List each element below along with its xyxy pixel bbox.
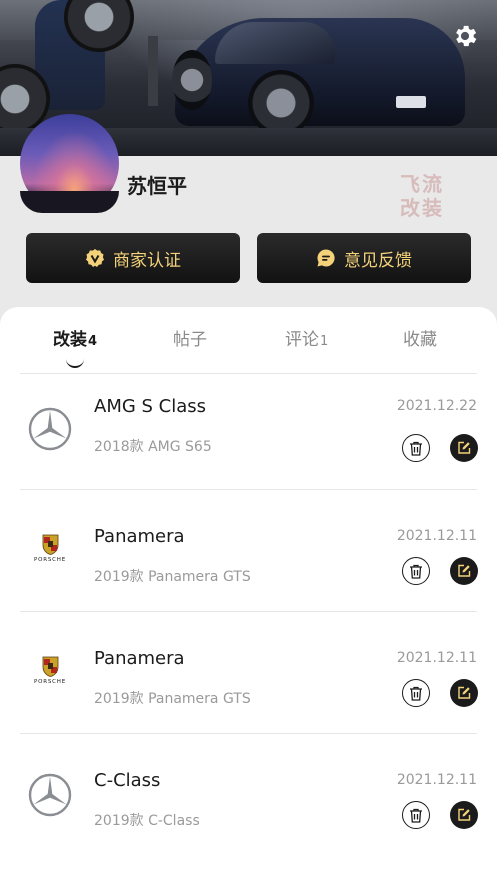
merchant-certification-button[interactable]: 商家认证 — [26, 233, 240, 283]
edit-pencil-icon[interactable] — [450, 557, 478, 585]
list-item[interactable]: AMG S Class 2018款 AMG S65 2021.12.22 — [0, 374, 497, 496]
feedback-button[interactable]: 意见反馈 — [257, 233, 471, 283]
content-card: 改装4 帖子 评论1 收藏 AMG S Class 2018款 AMG S65 … — [0, 307, 497, 883]
tab-comments[interactable]: 评论1 — [285, 325, 328, 350]
delete-trash-icon[interactable] — [402, 679, 430, 707]
delete-trash-icon[interactable] — [402, 801, 430, 829]
porsche-logo-icon: PORSCHE — [22, 642, 78, 698]
list-item[interactable]: C-Class 2019款 C-Class 2021.12.11 — [0, 734, 497, 856]
list-item[interactable]: PORSCHE Panamera 2019款 Panamera GTS 2021… — [0, 490, 497, 612]
brand-watermark-logo: 飞流 改装 — [400, 172, 444, 220]
chat-bubble-icon — [316, 248, 336, 268]
list-item[interactable]: PORSCHE Panamera 2019款 Panamera GTS 2021… — [0, 612, 497, 734]
delete-trash-icon[interactable] — [402, 557, 430, 585]
porsche-logo-icon: PORSCHE — [22, 520, 78, 576]
active-tab-indicator — [66, 359, 84, 368]
edit-pencil-icon[interactable] — [450, 679, 478, 707]
edit-pencil-icon[interactable] — [450, 434, 478, 462]
delete-trash-icon[interactable] — [402, 434, 430, 462]
mercedes-logo-icon — [22, 767, 78, 823]
username: 苏恒平 — [127, 174, 187, 198]
user-avatar[interactable] — [20, 114, 119, 213]
verified-badge-icon — [85, 248, 105, 268]
tab-posts[interactable]: 帖子 — [173, 325, 208, 350]
mercedes-logo-icon — [22, 401, 78, 457]
settings-gear-icon[interactable] — [449, 20, 481, 52]
tab-modifications[interactable]: 改装4 — [53, 325, 97, 350]
tab-bar: 改装4 帖子 评论1 收藏 — [0, 321, 497, 368]
edit-pencil-icon[interactable] — [450, 801, 478, 829]
tab-favorites[interactable]: 收藏 — [403, 325, 438, 350]
